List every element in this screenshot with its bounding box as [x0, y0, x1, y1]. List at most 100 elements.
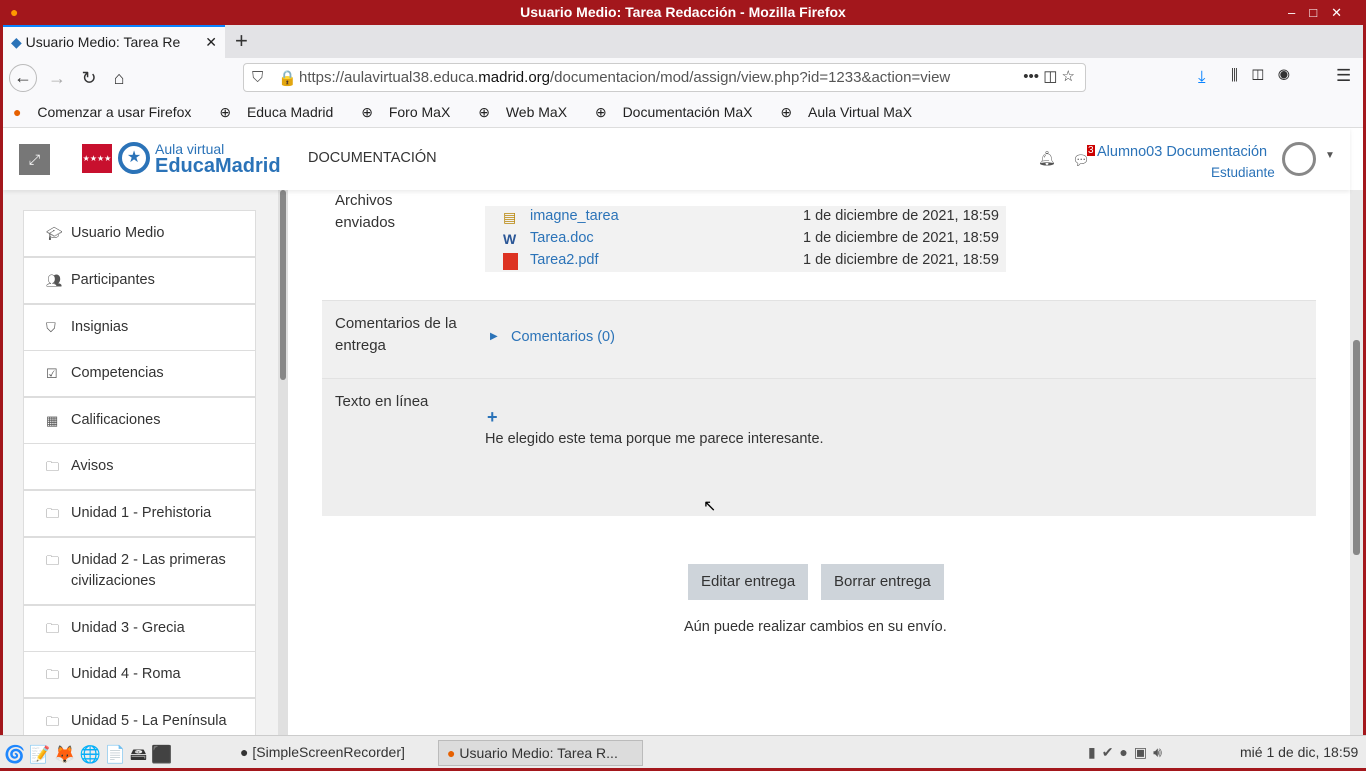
- system-tray-icons[interactable]: ▮✔●▣🔊︎: [1080, 740, 1176, 766]
- sidebar-item-unidad-4[interactable]: 🗀 Unidad 4 - Roma: [23, 651, 256, 698]
- file-link[interactable]: Tarea.doc: [530, 230, 594, 246]
- download-icon[interactable]: ⤓: [1198, 67, 1206, 87]
- online-text-row: Texto en línea + He elegido este tema po…: [322, 378, 1316, 516]
- check-square-icon: ☑: [46, 366, 58, 381]
- shield-icon: ⛉: [46, 320, 56, 335]
- nav-drawer: 🎓︎ Usuario Medio 👥︎ Participantes ⛉ Insigni…: [3, 190, 288, 735]
- bell-icon[interactable]: 🔔︎: [1038, 150, 1056, 167]
- bookmark[interactable]: ⊕ Web MaX: [478, 104, 579, 120]
- forward-button[interactable]: →: [45, 66, 69, 90]
- bookmark-label: Foro MaX: [388, 104, 451, 120]
- folder-icon: 🗀: [46, 459, 60, 474]
- delete-submission-button[interactable]: Borrar entrega: [821, 564, 944, 600]
- site-header: ⤢ ★★★★ ★ Aula virtual EducaMadrid DOCUME…: [3, 128, 1350, 190]
- shield-icon[interactable]: ⛉: [252, 69, 263, 86]
- site-name[interactable]: DOCUMENTACIÓN: [308, 150, 437, 166]
- graduation-cap-icon: 🎓︎: [46, 226, 63, 241]
- sidebar-item-participantes[interactable]: 👥︎ Participantes: [23, 257, 256, 304]
- avatar[interactable]: [1282, 142, 1316, 176]
- drawer-scrollbar[interactable]: [278, 190, 288, 735]
- logo-text[interactable]: EducaMadrid: [155, 155, 281, 178]
- globe-icon: ⊕: [478, 104, 494, 120]
- bookmarks-bar: ● Comenzar a usar Firefox ⊕ Educa Madrid…: [3, 97, 1363, 128]
- url-domain: madrid.org: [478, 69, 550, 86]
- file-link[interactable]: imagne_tarea: [530, 208, 619, 224]
- page-actions-icon[interactable]: ••• ◫ ☆: [1023, 67, 1075, 85]
- bookmark-label: Educa Madrid: [246, 104, 334, 120]
- bookmark[interactable]: ● Comenzar a usar Firefox: [13, 104, 203, 120]
- pdf-file-icon: [503, 253, 518, 270]
- users-icon: 👥︎: [46, 273, 63, 288]
- user-role: Estudiante: [1211, 165, 1275, 180]
- globe-icon: ⊕: [361, 104, 377, 120]
- bookmark-label: Aula Virtual MaX: [808, 104, 913, 120]
- folder-icon: 🗀: [46, 506, 60, 521]
- taskbar-app-label: Usuario Medio: Tarea R...: [459, 745, 618, 761]
- url-prefix: https://aulavirtual38.educa.: [299, 69, 479, 86]
- sidebar-item-avisos[interactable]: 🗀 Avisos: [23, 443, 256, 490]
- online-text-label: Texto en línea: [335, 393, 429, 410]
- nav-bar: ← → ↻ ⌂ https://aulavirtual38.educa.madr…: [3, 58, 1363, 97]
- firefox-icon: ●: [10, 4, 19, 20]
- sidebar-item-unidad-1[interactable]: 🗀 Unidad 1 - Prehistoria: [23, 490, 256, 537]
- home-button[interactable]: ⌂: [107, 66, 131, 90]
- bookmark[interactable]: ⊕ Foro MaX: [361, 104, 462, 120]
- user-name[interactable]: Alumno03 Documentación: [1097, 144, 1267, 160]
- bookmark-label: Documentación MaX: [622, 104, 753, 120]
- bookmark[interactable]: ⊕ Aula Virtual MaX: [780, 104, 924, 120]
- chevron-down-icon[interactable]: ▼: [1325, 150, 1335, 161]
- file-date: 1 de diciembre de 2021, 18:59: [803, 230, 999, 246]
- url-bar[interactable]: https://aulavirtual38.educa.madrid.org/d…: [243, 63, 1086, 92]
- educamadrid-logo-icon: ★: [118, 142, 150, 174]
- drawer-scroll-thumb[interactable]: [280, 190, 286, 380]
- bookmark[interactable]: ⊕ Documentación MaX: [595, 104, 765, 120]
- caret-right-icon[interactable]: ▶: [490, 331, 498, 342]
- sidebar-item-label: Unidad 1 - Prehistoria: [71, 505, 212, 521]
- menu-icon[interactable]: ☰: [1336, 66, 1351, 86]
- sidebar-item-insignias[interactable]: ⛉ Insignias: [23, 304, 256, 351]
- sidebar-item-calificaciones[interactable]: ▦ Calificaciones: [23, 397, 256, 444]
- clock[interactable]: mié 1 de dic, 18:59: [1232, 740, 1366, 766]
- sidebar-item-unidad-2[interactable]: 🗀 Unidad 2 - Las primeras civilizaciones: [23, 537, 256, 605]
- expand-icon[interactable]: ⤢: [19, 144, 50, 175]
- bookmark[interactable]: ⊕ Educa Madrid: [219, 104, 345, 120]
- sidebar-item-label: Unidad 2 - Las primeras civilizaciones: [71, 552, 226, 589]
- edit-submission-button[interactable]: Editar entrega: [688, 564, 809, 600]
- taskbar-app-active[interactable]: ● Usuario Medio: Tarea R...: [438, 740, 643, 766]
- tab-title: Usuario Medio: Tarea Re: [25, 34, 181, 50]
- folder-icon: 🗀: [46, 621, 60, 636]
- online-text: He elegido este tema porque me parece in…: [485, 431, 824, 447]
- close-tab-icon[interactable]: ✕: [205, 34, 217, 51]
- folder-icon: 🗀: [46, 714, 60, 729]
- file-link[interactable]: Tarea2.pdf: [530, 252, 599, 268]
- toolbar-icons[interactable]: ⫼◫◉: [1231, 67, 1304, 84]
- sidebar-item-label: Unidad 5 - La Península: [71, 713, 227, 729]
- comments-label: Comentarios de la entrega: [335, 315, 457, 354]
- sidebar-item-unidad-5[interactable]: 🗀 Unidad 5 - La Península: [23, 698, 256, 735]
- submission-note: Aún puede realizar cambios en su envío.: [684, 619, 947, 635]
- window-controls[interactable]: –□✕: [1288, 0, 1356, 25]
- reload-button[interactable]: ↻: [77, 66, 101, 90]
- page-scrollbar[interactable]: [1350, 190, 1363, 735]
- browser-tab[interactable]: ◆ Usuario Medio: Tarea Re ✕: [3, 25, 225, 58]
- new-tab-button[interactable]: +: [235, 28, 248, 54]
- globe-icon: ⊕: [780, 104, 797, 120]
- page-scroll-thumb[interactable]: [1353, 340, 1360, 555]
- taskbar-app[interactable]: ● [SimpleScreenRecorder]: [232, 740, 413, 766]
- launcher-icons[interactable]: 🌀📝🦊🌐📄🖴⬛: [2, 740, 178, 766]
- file-date: 1 de diciembre de 2021, 18:59: [803, 208, 999, 224]
- sidebar-item-competencias[interactable]: ☑ Competencias: [23, 350, 256, 397]
- bookmark-label: Web MaX: [505, 104, 568, 120]
- back-button[interactable]: ←: [9, 64, 37, 92]
- comments-link[interactable]: Comentarios (0): [511, 329, 615, 345]
- sidebar-item-unidad-3[interactable]: 🗀 Unidad 3 - Grecia: [23, 605, 256, 652]
- plus-icon[interactable]: +: [487, 407, 498, 428]
- sidebar-item-label: Competencias: [71, 365, 164, 381]
- folder-icon: 🗀: [46, 667, 60, 682]
- files-list: ▤ imagne_tarea 1 de diciembre de 2021, 1…: [485, 206, 1006, 272]
- firefox-icon: ●: [13, 104, 26, 120]
- files-label: Archivos enviados: [335, 192, 396, 231]
- sidebar-item-label: Calificaciones: [71, 412, 161, 428]
- sidebar-item-usuario-medio[interactable]: 🎓︎ Usuario Medio: [23, 210, 256, 257]
- tab-favicon-icon: ◆: [11, 34, 26, 50]
